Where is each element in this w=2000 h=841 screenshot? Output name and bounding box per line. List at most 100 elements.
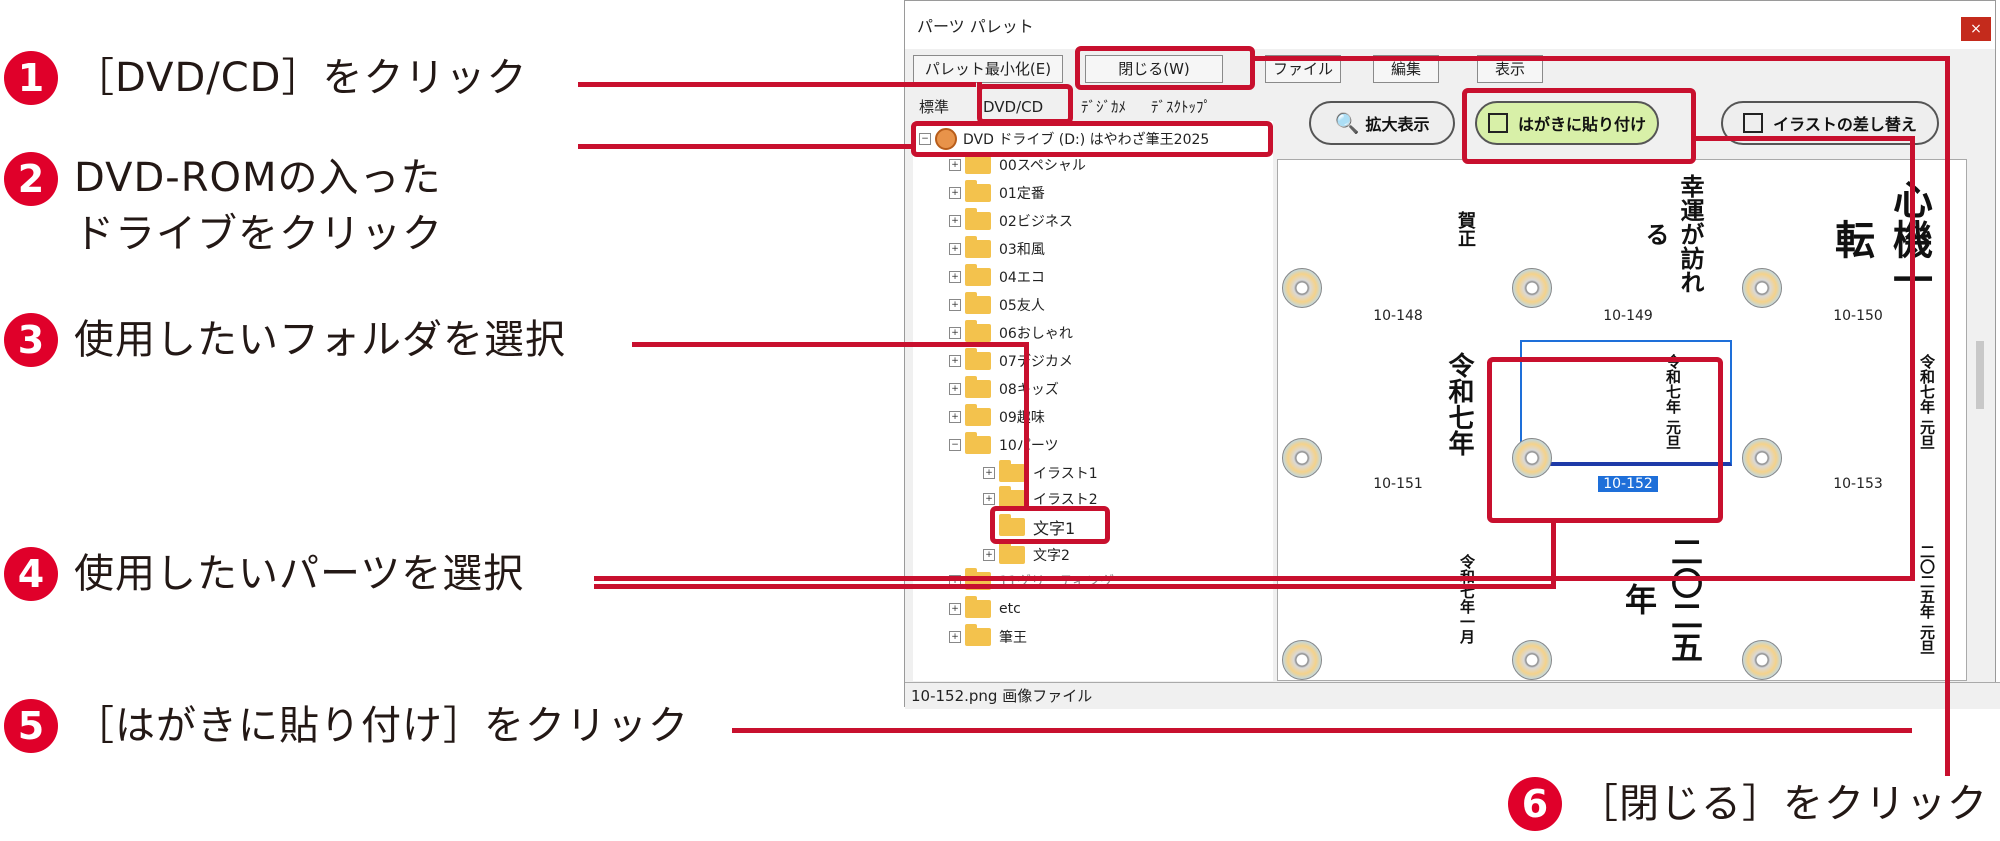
connector-line <box>594 584 1554 589</box>
folder-icon <box>999 460 1025 482</box>
step-number-badge: 3 <box>4 313 58 367</box>
thumbnail-item[interactable]: 令和七年 10-151 <box>1278 338 1478 498</box>
tab-desktop[interactable]: ﾃﾞｽｸﾄｯﾌﾟ <box>1151 95 1211 119</box>
thumbnail-item[interactable]: 二〇二五年 元旦 <box>1738 520 1938 680</box>
step-1: 1 ［DVD/CD］をクリック <box>4 50 527 106</box>
folder-icon <box>965 348 991 370</box>
connector-line <box>1551 521 1556 589</box>
expand-icon[interactable]: + <box>949 243 961 255</box>
tree-item-folder[interactable]: + 筆王 <box>949 624 1027 649</box>
thumbnail-item[interactable]: 二〇二五年 <box>1508 520 1708 680</box>
expand-icon[interactable]: + <box>949 215 961 227</box>
highlight-part <box>1487 357 1723 523</box>
vertical-scrollbar[interactable] <box>1971 101 1991 681</box>
tree-item-folder[interactable]: +01定番 <box>949 180 1045 205</box>
folder-icon <box>965 236 991 258</box>
expand-icon[interactable]: + <box>949 411 961 423</box>
thumbnail-item[interactable]: 賀正 10-148 <box>1278 170 1478 330</box>
expand-icon[interactable]: + <box>949 159 961 171</box>
expand-icon[interactable]: + <box>983 493 995 505</box>
close-window-icon[interactable]: × <box>1961 17 1991 41</box>
scrollbar-thumb[interactable] <box>1976 341 1984 409</box>
cd-icon <box>1282 268 1322 308</box>
tree-item-label: 01定番 <box>999 186 1045 202</box>
step-number-badge: 4 <box>4 547 58 601</box>
thumbnail-image: 二〇二五年 元旦 <box>1918 543 1936 655</box>
connector-line <box>977 82 982 92</box>
thumbnail-item[interactable]: 令和七年 元旦 10-153 <box>1738 338 1938 498</box>
connector-line <box>1910 136 1915 581</box>
tree-item-label: 文字2 <box>1033 548 1070 564</box>
tree-item-folder[interactable]: +11グリーティング <box>949 568 1114 593</box>
folder-icon <box>965 152 991 174</box>
expand-icon[interactable]: + <box>949 271 961 283</box>
tree-item-label: 00スペシャル <box>999 158 1086 174</box>
tree-item-folder[interactable]: +05友人 <box>949 292 1045 317</box>
tree-item-label: 03和風 <box>999 242 1045 258</box>
tree-item-folder[interactable]: + 文字2 <box>983 542 1070 567</box>
step-5: 5 ［はがきに貼り付け］をクリック <box>4 698 689 754</box>
tree-item-folder[interactable]: +03和風 <box>949 236 1045 261</box>
thumbnail-label: 10-150 <box>1833 308 1883 324</box>
expand-icon[interactable]: + <box>949 603 961 615</box>
expand-icon[interactable]: + <box>949 299 961 311</box>
thumbnail-label: 10-149 <box>1603 308 1653 324</box>
connector-line <box>1694 136 1915 141</box>
step-text: 使用したいパーツを選択 <box>74 551 525 597</box>
expand-icon[interactable]: + <box>949 327 961 339</box>
thumbnail-item[interactable]: 幸運が訪れる 10-149 <box>1508 170 1708 330</box>
highlight-drive <box>911 121 1273 157</box>
tree-item-folder[interactable]: +04エコ <box>949 264 1045 289</box>
step-2: 2 DVD-ROMの入った ドライブをクリック <box>4 150 443 262</box>
step-number-badge: 5 <box>4 699 58 753</box>
tab-standard[interactable]: 標準 <box>919 95 949 119</box>
folder-icon <box>999 542 1025 564</box>
tree-item-folder[interactable]: +02ビジネス <box>949 208 1073 233</box>
thumbnail-item[interactable]: 令和七年一月 <box>1278 520 1478 680</box>
tree-item-label: 筆王 <box>999 630 1027 646</box>
expand-icon[interactable]: + <box>983 549 995 561</box>
status-bar: 10-152.png 画像ファイル <box>905 682 2000 709</box>
folder-icon <box>965 376 991 398</box>
tab-digicam[interactable]: ﾃﾞｼﾞｶﾒ <box>1081 95 1126 119</box>
tree-item-label: 09趣味 <box>999 410 1045 426</box>
expand-icon[interactable]: + <box>949 383 961 395</box>
connector-line <box>732 728 1912 733</box>
thumbnail-item[interactable]: 心機一転 10-150 <box>1738 170 1938 330</box>
step-text: ドライブをクリック <box>74 211 443 257</box>
step-text: 使用したいフォルダを選択 <box>74 317 566 363</box>
thumbnail-image: 幸運が訪れる <box>1641 174 1705 294</box>
folder-icon <box>965 292 991 314</box>
thumbnail-label: 10-148 <box>1373 308 1423 324</box>
collapse-icon[interactable]: − <box>949 439 961 451</box>
step-number-badge: 1 <box>4 51 58 105</box>
tree-item-folder[interactable]: + イラスト1 <box>983 460 1098 485</box>
tree-item-folder[interactable]: −10パーツ <box>949 432 1059 457</box>
expand-icon[interactable]: + <box>949 631 961 643</box>
highlight-folder <box>990 506 1110 544</box>
expand-icon[interactable]: + <box>949 187 961 199</box>
expand-icon[interactable]: + <box>983 467 995 479</box>
tree-item-label: 05友人 <box>999 298 1045 314</box>
expand-icon[interactable]: + <box>949 355 961 367</box>
cd-icon <box>1282 640 1322 680</box>
thumbnail-image: 令和七年一月 <box>1458 554 1476 644</box>
tree-item-folder[interactable]: +08キッズ <box>949 376 1059 401</box>
step-3: 3 使用したいフォルダを選択 <box>4 312 566 368</box>
step-6: 6 ［閉じる］をクリック <box>1508 776 1988 832</box>
zoom-button[interactable]: 🔍 拡大表示 <box>1309 101 1455 145</box>
replace-button-label: イラストの差し替え <box>1773 115 1917 134</box>
connector-line <box>578 82 976 87</box>
cd-icon <box>1512 640 1552 680</box>
step-text: ［閉じる］をクリック <box>1578 781 1988 827</box>
thumbnail-image: 賀正 <box>1455 211 1476 247</box>
connector-line <box>1024 342 1029 508</box>
tree-item-folder[interactable]: +09趣味 <box>949 404 1045 429</box>
folder-tree: − DVD ドライブ (D:) はやわざ筆王2025 +00スペシャル +01定… <box>913 121 1273 681</box>
tree-item-folder[interactable]: + etc <box>949 596 1021 621</box>
tree-item-folder[interactable]: +07デジカメ <box>949 348 1073 373</box>
folder-icon <box>965 320 991 342</box>
cd-icon <box>1742 640 1782 680</box>
step-text: ［はがきに貼り付け］をクリック <box>74 703 689 749</box>
minimize-palette-button[interactable]: パレット最小化(E) <box>913 55 1063 83</box>
